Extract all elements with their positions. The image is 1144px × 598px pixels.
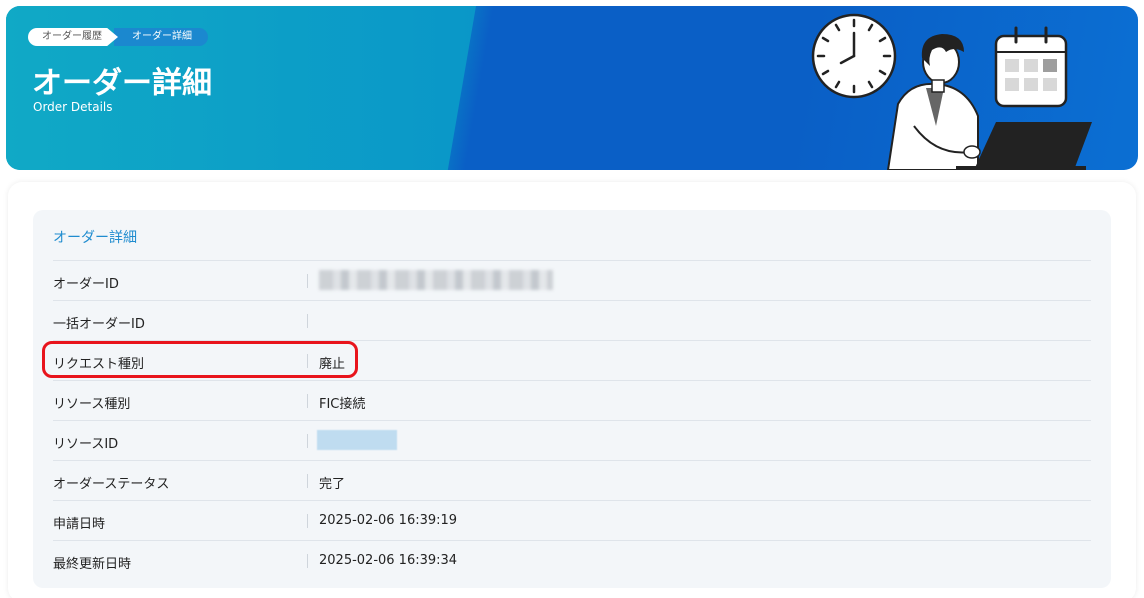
row-label: リソース種別: [53, 397, 131, 412]
row-order-status: オーダーステータス 完了: [53, 460, 1091, 500]
redacted-order-id: [319, 270, 553, 290]
row-label: 一括オーダーID: [53, 317, 145, 332]
row-divider: [307, 554, 308, 568]
row-divider: [307, 314, 308, 328]
person-illustration: [886, 34, 981, 170]
row-value: 完了: [319, 477, 346, 492]
breadcrumb-order-detail: オーダー詳細: [114, 28, 208, 46]
row-label: リソースID: [53, 437, 119, 452]
row-label: 申請日時: [53, 517, 106, 532]
highlight-box: [42, 341, 358, 378]
row-divider: [307, 274, 308, 288]
row-value: 2025-02-06 16:39:19: [319, 513, 458, 528]
row-label: オーダーID: [53, 277, 119, 292]
row-resource-id: リソースID: [53, 420, 1091, 460]
row-divider: [307, 434, 308, 448]
row-divider: [307, 474, 308, 488]
row-order-id: オーダーID: [53, 260, 1091, 300]
row-value: 2025-02-06 16:39:34: [319, 553, 458, 568]
row-last-updated-at: 最終更新日時 2025-02-06 16:39:34: [53, 540, 1091, 580]
row-resource-type: リソース種別 FIC接続: [53, 380, 1091, 420]
section-title: オーダー詳細: [53, 230, 137, 246]
row-divider: [307, 394, 308, 408]
row-value: FIC接続: [319, 397, 366, 412]
row-label: 最終更新日時: [53, 557, 132, 572]
row-divider: [307, 514, 308, 528]
row-bulk-order-id: 一括オーダーID: [53, 300, 1091, 340]
clock-icon: [811, 13, 897, 99]
breadcrumb: オーダー履歴 オーダー詳細: [28, 28, 208, 46]
page-title: オーダー詳細: [32, 66, 212, 101]
calendar-icon: [994, 26, 1068, 108]
row-applied-at: 申請日時 2025-02-06 16:39:19: [53, 500, 1091, 540]
breadcrumb-order-history[interactable]: オーダー履歴: [28, 28, 118, 46]
redacted-resource-id-link[interactable]: [317, 430, 397, 450]
header-banner: オーダー履歴 オーダー詳細 オーダー詳細 Order Details: [6, 6, 1138, 170]
header-illustration: [811, 13, 1092, 170]
order-detail-section: オーダー詳細 オーダーID 一括オーダーID リクエスト種別 廃止 リソース種別…: [33, 210, 1111, 588]
row-label: オーダーステータス: [53, 477, 170, 492]
page-subtitle: Order Details: [33, 100, 113, 114]
